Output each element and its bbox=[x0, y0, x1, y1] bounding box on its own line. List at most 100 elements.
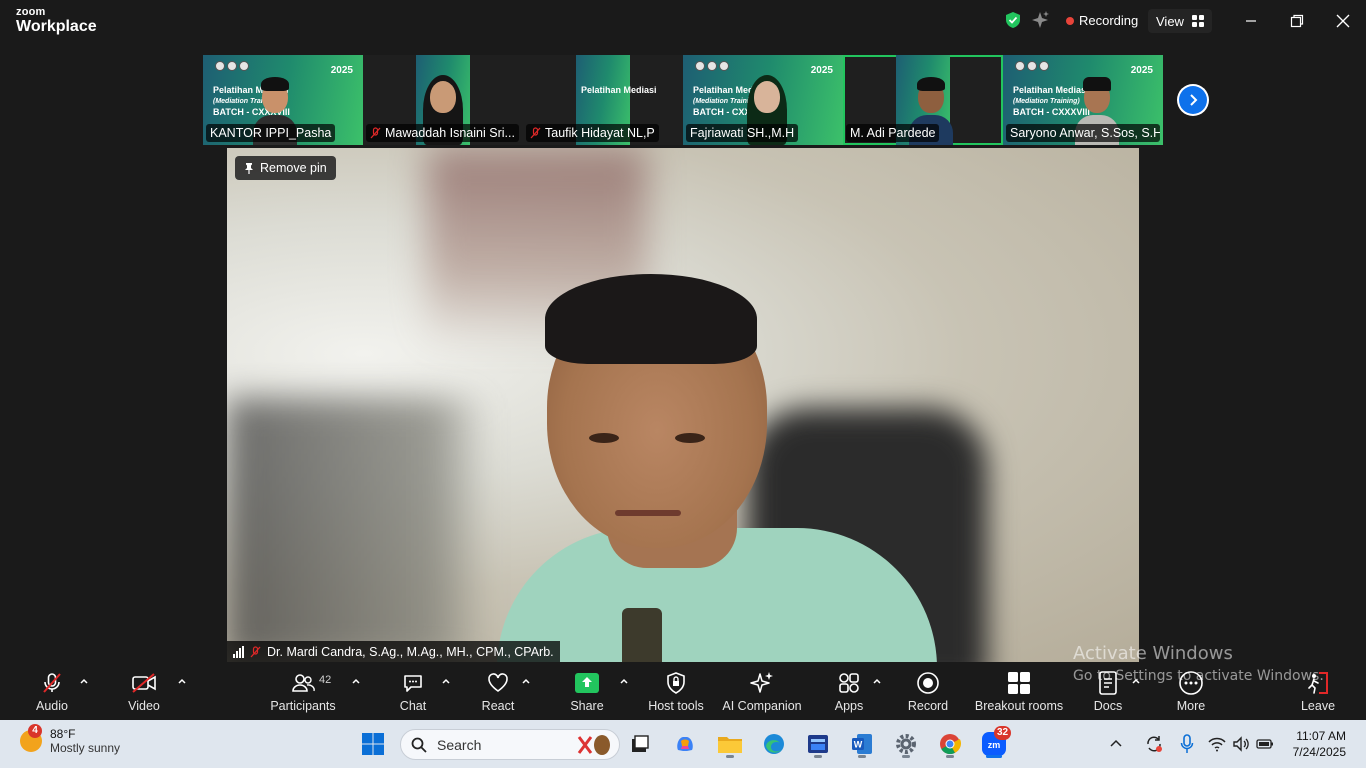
weather-sun-icon: 4 bbox=[20, 724, 42, 752]
participant-strip: 2025 Pelatihan Mediasi (Mediation Trainin… bbox=[203, 55, 1163, 145]
chat-button[interactable]: Chat bbox=[396, 662, 430, 720]
leave-button[interactable]: Leave bbox=[1300, 662, 1336, 720]
recording-label: Recording bbox=[1079, 13, 1139, 28]
participant-tile[interactable]: Mawaddah Isnaini Sri... bbox=[363, 55, 523, 145]
participant-name: Mawaddah Isnaini Sri... bbox=[385, 126, 515, 140]
participants-options-caret-icon[interactable] bbox=[351, 676, 361, 686]
volume-icon bbox=[1233, 736, 1249, 752]
participant-name-tag: Fajriawati SH.,M.H bbox=[686, 124, 799, 142]
zoom-notification-badge: 32 bbox=[994, 726, 1012, 740]
file-explorer-button[interactable] bbox=[714, 728, 746, 760]
chrome-button[interactable] bbox=[934, 728, 966, 760]
zoom-logo: zoom Workplace bbox=[16, 7, 97, 35]
participant-tile[interactable]: 2025 Pelatihan Mediasi (Mediation Trainin… bbox=[203, 55, 363, 145]
participant-name: KANTOR IPPI_Pasha bbox=[210, 126, 332, 140]
audio-button[interactable]: Audio bbox=[34, 662, 70, 720]
docs-options-caret-icon[interactable] bbox=[1131, 676, 1141, 686]
share-options-caret-icon[interactable] bbox=[619, 676, 629, 686]
sync-tray-button[interactable] bbox=[1140, 728, 1168, 760]
shield-check-icon[interactable] bbox=[1004, 11, 1022, 29]
more-button[interactable]: More bbox=[1172, 662, 1210, 720]
remove-pin-button[interactable]: Remove pin bbox=[235, 156, 336, 180]
battery-icon bbox=[1256, 739, 1273, 749]
apps-button[interactable]: Apps bbox=[832, 662, 866, 720]
search-highlight-icon bbox=[577, 734, 610, 755]
pin-icon bbox=[245, 163, 253, 174]
participant-name: Fajriawati SH.,M.H bbox=[690, 126, 795, 140]
banner-logos bbox=[1015, 61, 1049, 71]
participant-tile-active[interactable]: M. Adi Pardede bbox=[843, 55, 1003, 145]
svg-text:zm: zm bbox=[988, 740, 1001, 750]
participants-count: 42 bbox=[319, 674, 332, 686]
next-page-button[interactable] bbox=[1177, 84, 1209, 116]
participant-tile[interactable]: Pelatihan Mediasi Taufik Hidayat NL,P bbox=[523, 55, 683, 145]
weather-widget[interactable]: 4 88°F Mostly sunny bbox=[20, 724, 120, 755]
participant-name-tag: Saryono Anwar, S.Sos, S.H bbox=[1006, 124, 1160, 142]
restore-icon bbox=[1290, 14, 1304, 28]
settings-gear-icon bbox=[896, 734, 916, 754]
banner-year: 2025 bbox=[1130, 65, 1153, 76]
recording-indicator[interactable]: Recording bbox=[1066, 13, 1138, 28]
ai-companion-button[interactable]: AI Companion bbox=[722, 662, 802, 720]
edge-button[interactable] bbox=[758, 728, 790, 760]
mic-muted-icon bbox=[530, 127, 541, 139]
restore-button[interactable] bbox=[1286, 10, 1308, 32]
apps-icon bbox=[839, 673, 859, 693]
share-button[interactable]: Share bbox=[569, 662, 605, 720]
word-button[interactable]: W bbox=[846, 728, 878, 760]
video-button[interactable]: Video bbox=[126, 662, 162, 720]
pinned-app-button[interactable] bbox=[802, 728, 834, 760]
host-tools-button[interactable]: Host tools bbox=[648, 662, 704, 720]
banner-year: 2025 bbox=[330, 65, 353, 76]
audio-options-caret-icon[interactable] bbox=[79, 676, 89, 686]
docs-icon bbox=[1099, 671, 1117, 695]
banner-year: 2025 bbox=[810, 65, 833, 76]
heart-react-icon bbox=[488, 673, 508, 692]
copilot-button[interactable] bbox=[669, 728, 701, 760]
chevron-right-icon bbox=[1190, 94, 1198, 106]
settings-button[interactable] bbox=[890, 728, 922, 760]
zoom-taskbar-button[interactable]: zm 32 bbox=[978, 726, 1012, 760]
record-button[interactable]: Record bbox=[907, 662, 949, 720]
apps-options-caret-icon[interactable] bbox=[872, 676, 882, 686]
show-hidden-icons-button[interactable] bbox=[1106, 728, 1126, 760]
network-volume-battery-tray[interactable] bbox=[1206, 728, 1276, 760]
title-bar: zoom Workplace Recording View bbox=[0, 0, 1366, 44]
microphone-tray-button[interactable] bbox=[1174, 728, 1200, 760]
close-button[interactable] bbox=[1332, 10, 1354, 32]
taskbar-search[interactable]: Search bbox=[400, 729, 620, 760]
close-icon bbox=[1336, 14, 1350, 28]
search-placeholder: Search bbox=[437, 736, 482, 753]
banner-logos bbox=[695, 61, 729, 71]
share-screen-icon bbox=[575, 673, 599, 693]
view-label: View bbox=[1156, 13, 1184, 29]
docs-button[interactable]: Docs bbox=[1091, 662, 1125, 720]
clock-time: 11:07 AM bbox=[1296, 729, 1346, 743]
minimize-button[interactable] bbox=[1240, 10, 1262, 32]
video-options-caret-icon[interactable] bbox=[177, 676, 187, 686]
wifi-icon bbox=[1208, 737, 1226, 752]
react-button[interactable]: React bbox=[480, 662, 516, 720]
record-icon bbox=[917, 672, 939, 694]
speaker-name-tag: Dr. Mardi Candra, S.Ag., M.Ag., MH., CPM… bbox=[227, 641, 560, 662]
task-view-button[interactable] bbox=[624, 728, 656, 760]
sparkle-icon[interactable] bbox=[1030, 10, 1050, 30]
breakout-rooms-icon bbox=[1008, 672, 1030, 694]
participant-tile[interactable]: 2025 Pelatihan Mediasi (Mediation Trainin… bbox=[683, 55, 843, 145]
leave-door-icon bbox=[1308, 672, 1328, 694]
start-button[interactable] bbox=[357, 728, 389, 760]
participant-name-tag: KANTOR IPPI_Pasha bbox=[206, 124, 336, 142]
react-options-caret-icon[interactable] bbox=[521, 676, 531, 686]
participant-tile[interactable]: 2025 Pelatihan Mediasi (Mediation Trainin… bbox=[1003, 55, 1163, 145]
pinned-speaker-video[interactable] bbox=[227, 148, 1139, 662]
view-button[interactable]: View bbox=[1148, 9, 1212, 33]
brand-top: zoom bbox=[16, 6, 46, 18]
breakout-rooms-button[interactable]: Breakout rooms bbox=[975, 662, 1063, 720]
participant-name: Taufik Hidayat NL,P bbox=[545, 126, 655, 140]
chat-options-caret-icon[interactable] bbox=[441, 676, 451, 686]
video-off-icon bbox=[132, 673, 156, 693]
generic-app-icon bbox=[808, 735, 828, 753]
participants-button[interactable]: Participants bbox=[270, 662, 336, 720]
system-clock[interactable]: 11:07 AM 7/24/2025 bbox=[1293, 728, 1346, 760]
chrome-icon bbox=[940, 734, 961, 755]
